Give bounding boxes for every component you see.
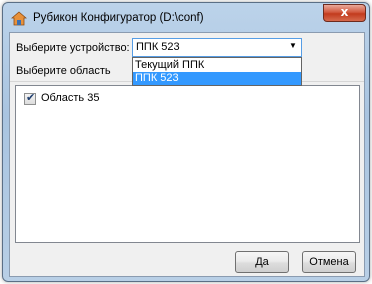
app-icon bbox=[10, 11, 28, 27]
title-bar[interactable]: Рубикон Конфигуратор (D:\conf) x bbox=[3, 3, 369, 31]
area-label: Выберите область bbox=[16, 65, 111, 77]
cancel-button[interactable]: Отмена bbox=[302, 251, 356, 273]
area-list[interactable]: ✔ Область 35 bbox=[15, 85, 360, 243]
area-checkbox[interactable]: ✔ bbox=[24, 91, 36, 105]
device-select[interactable]: ППК 523 ▼ bbox=[132, 38, 302, 57]
chevron-down-icon[interactable]: ▼ bbox=[289, 41, 297, 50]
ok-button[interactable]: Да bbox=[235, 251, 289, 273]
close-button[interactable]: x bbox=[323, 4, 366, 22]
dropdown-option-current[interactable]: Текущий ППК bbox=[133, 59, 301, 72]
dialog-window: Рубикон Конфигуратор (D:\conf) x Выберит… bbox=[2, 2, 370, 282]
close-icon: x bbox=[340, 5, 349, 19]
dropdown-option-ppk-523[interactable]: ППК 523 bbox=[133, 72, 301, 85]
device-select-value: ППК 523 bbox=[136, 41, 180, 53]
window-title: Рубикон Конфигуратор (D:\conf) bbox=[33, 12, 204, 24]
checkmark-icon: ✔ bbox=[26, 91, 36, 104]
device-dropdown-list[interactable]: Текущий ППК ППК 523 bbox=[132, 57, 302, 86]
dialog-body: Выберите устройство: ППК 523 ▼ Выберите … bbox=[9, 32, 365, 277]
area-item-label: Область 35 bbox=[41, 92, 100, 104]
device-label: Выберите устройство: bbox=[16, 42, 130, 54]
